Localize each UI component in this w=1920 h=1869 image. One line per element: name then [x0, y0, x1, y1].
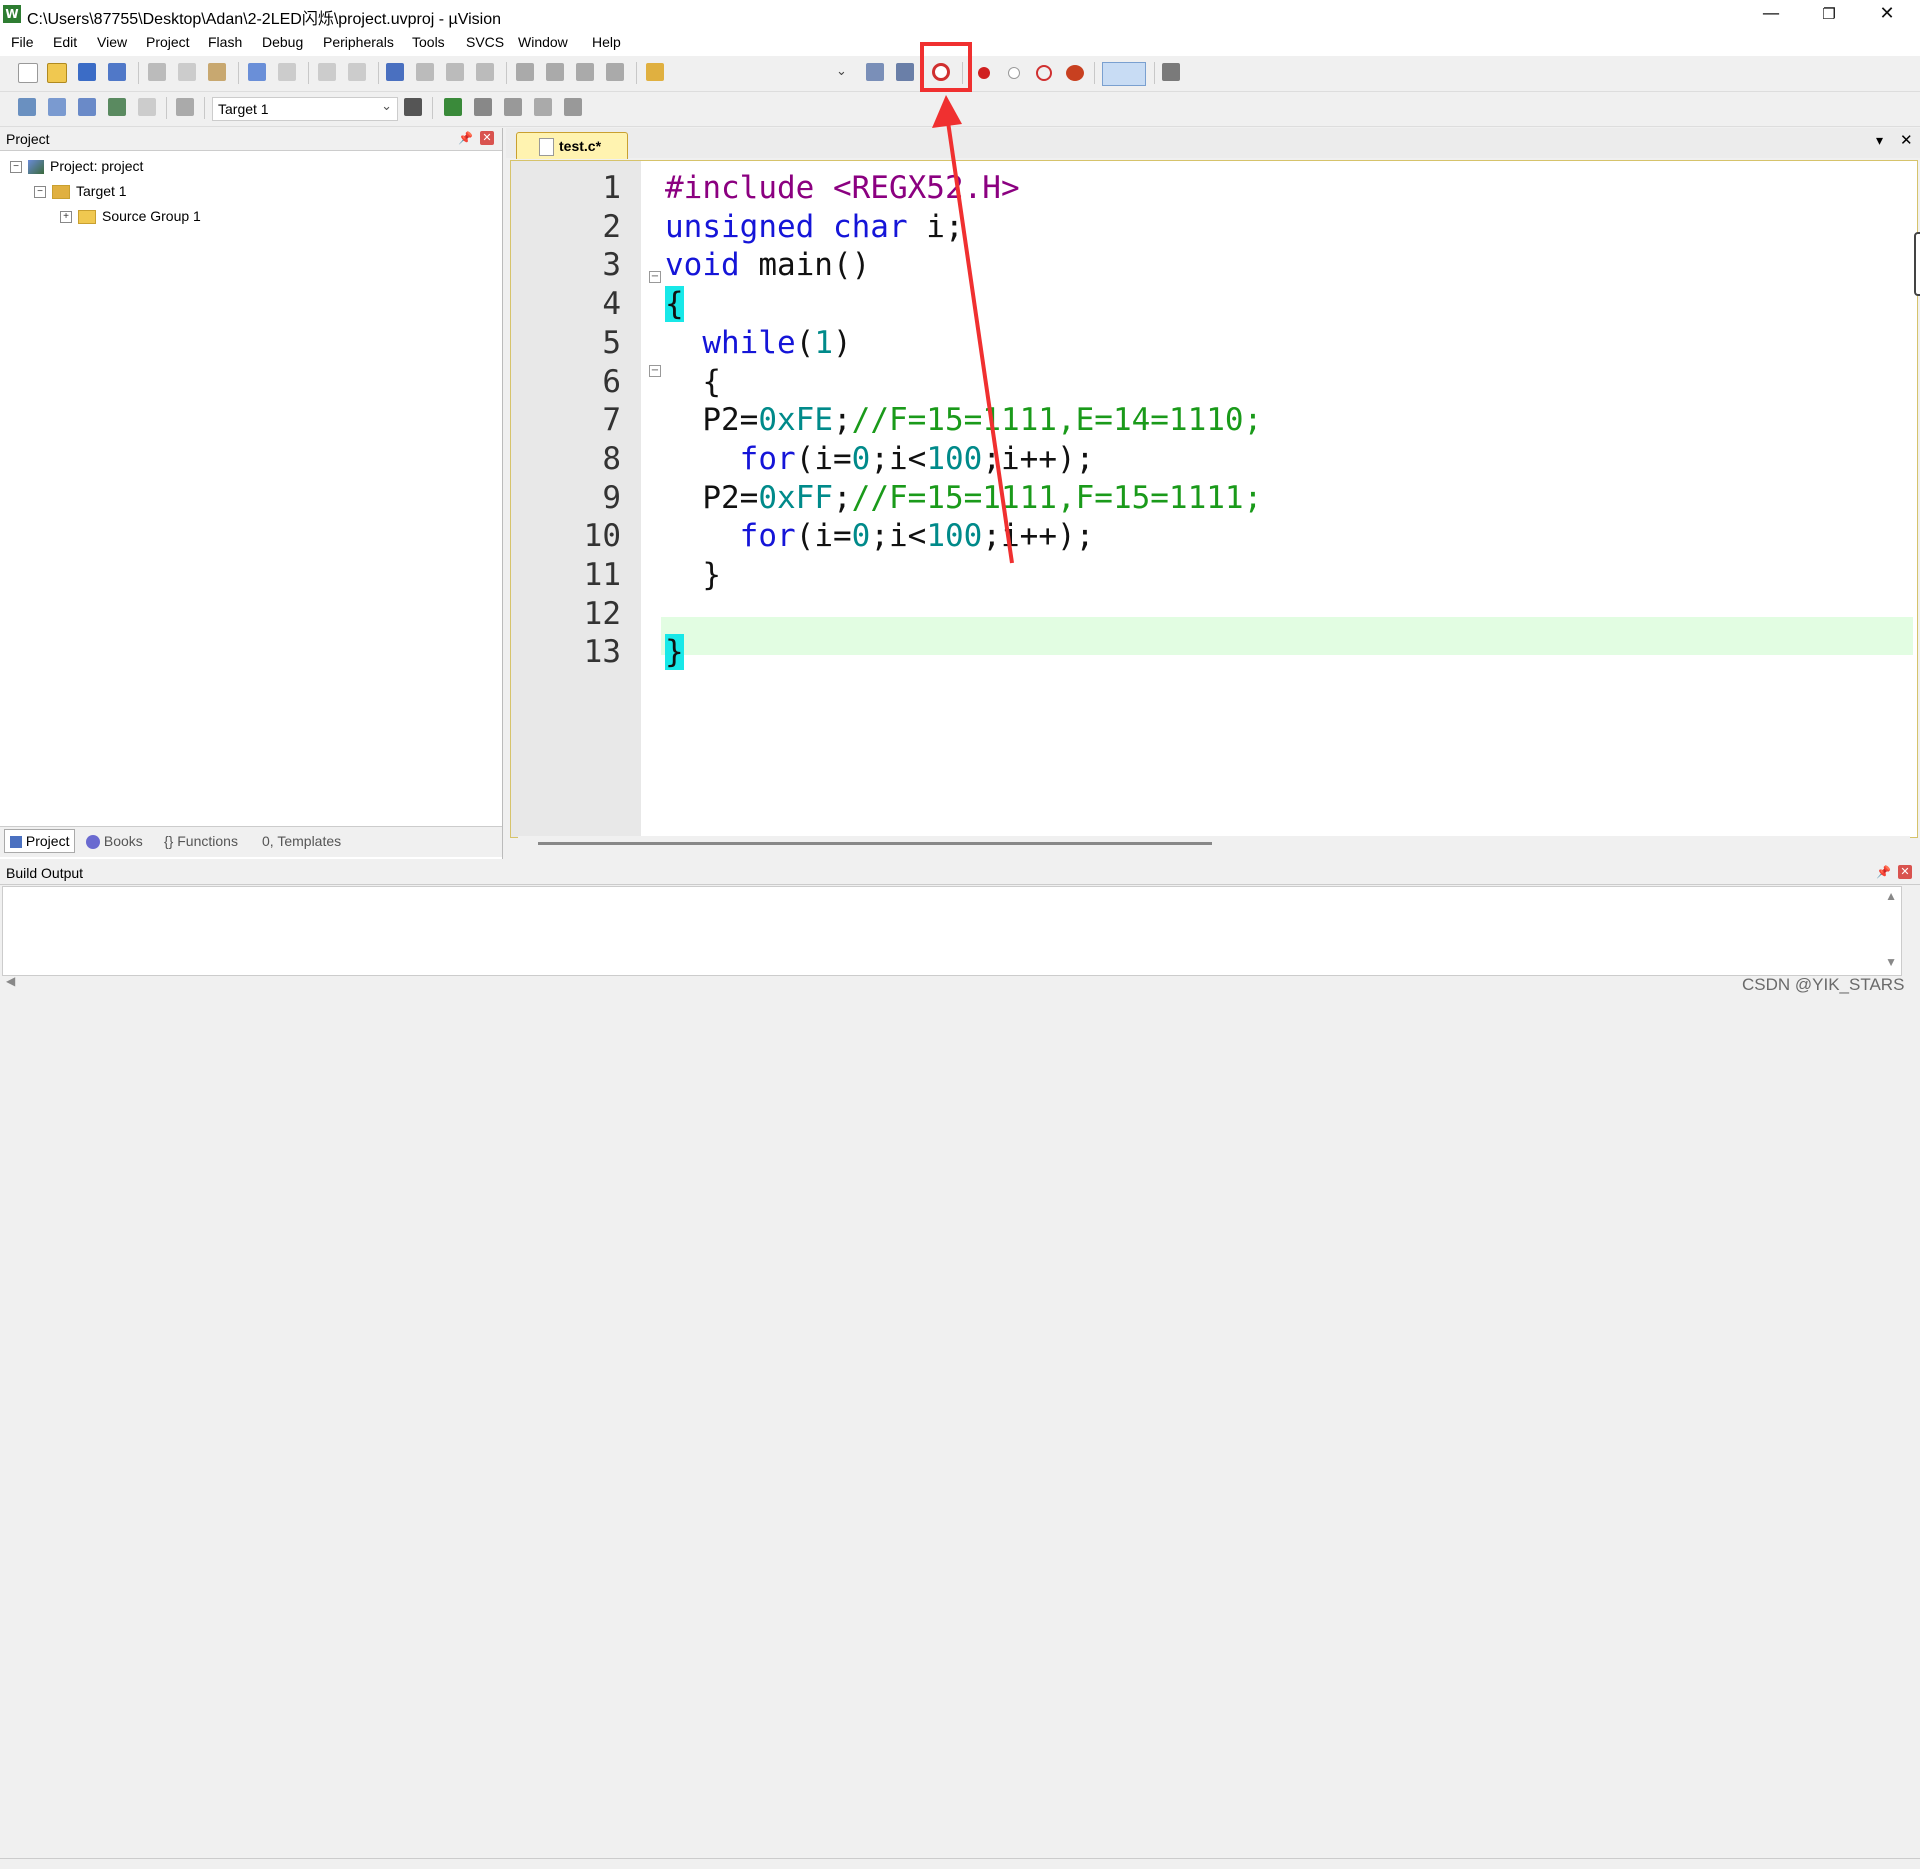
annotation-arrow-head: [932, 95, 962, 128]
status-bar: [0, 1858, 1920, 1869]
annotation-arrow-shaft: [944, 107, 1014, 564]
annotation-arrow: [932, 95, 1014, 564]
